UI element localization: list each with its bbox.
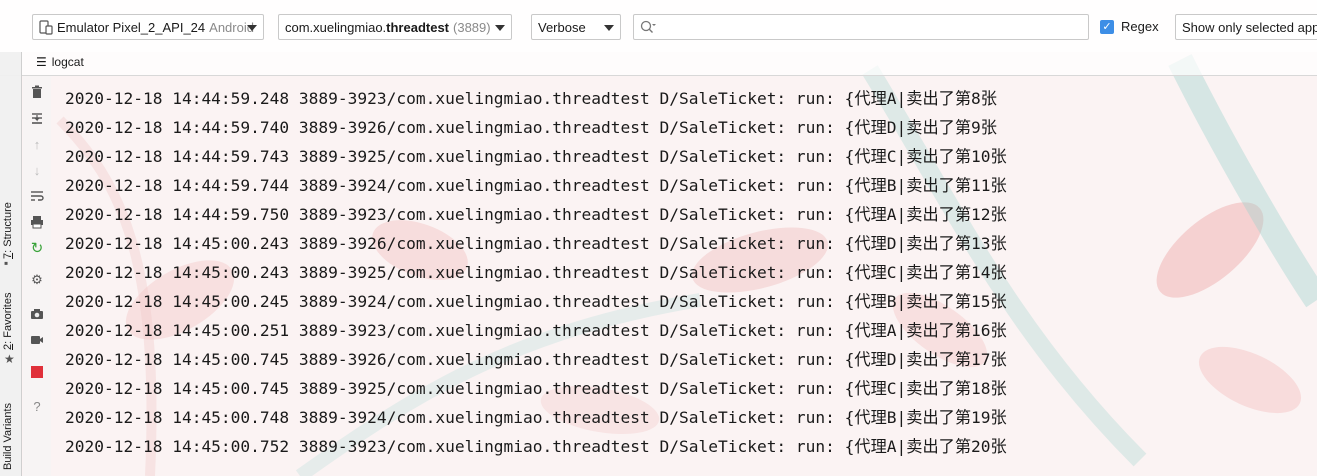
device-name: Emulator Pixel_2_API_24 xyxy=(57,19,206,35)
video-icon[interactable] xyxy=(27,330,47,350)
log-line: 2020-12-18 14:45:00.745 3889-3926/com.xu… xyxy=(65,350,1007,369)
logcat-output: 2020-12-18 14:44:59.248 3889-3923/com.xu… xyxy=(65,84,1007,461)
up-arrow-icon[interactable]: ↑ xyxy=(27,134,47,154)
log-line: 2020-12-18 14:44:59.740 3889-3926/com.xu… xyxy=(65,118,997,137)
log-line: 2020-12-18 14:45:00.243 3889-3925/com.xu… xyxy=(65,263,1007,282)
device-dropdown[interactable]: Emulator Pixel_2_API_24 Android xyxy=(32,14,264,40)
trash-icon[interactable] xyxy=(27,82,47,102)
log-line: 2020-12-18 14:44:59.750 3889-3923/com.xu… xyxy=(65,205,1007,224)
tab-logcat-label: logcat xyxy=(51,55,84,69)
logcat-toolbar: Emulator Pixel_2_API_24 Android com.xuel… xyxy=(0,0,1317,52)
log-line: 2020-12-18 14:45:00.245 3889-3924/com.xu… xyxy=(65,292,1007,311)
print-icon[interactable] xyxy=(27,212,47,232)
restart-icon[interactable]: ↻ xyxy=(27,238,47,258)
regex-toggle[interactable]: ✓ Regex xyxy=(1100,19,1159,34)
left-tool-strip: 7: Structure ▪ 2: Favorites ★ Build Vari… xyxy=(0,52,22,476)
favorites-tool-button[interactable]: 2: Favorites xyxy=(2,293,14,350)
search-input[interactable] xyxy=(660,16,1088,38)
search-field[interactable] xyxy=(633,14,1089,40)
scroll-to-end-icon[interactable] xyxy=(27,108,47,128)
log-line: 2020-12-18 14:45:00.251 3889-3923/com.xu… xyxy=(65,321,1007,340)
device-icon xyxy=(39,19,53,35)
log-line: 2020-12-18 14:44:59.743 3889-3925/com.xu… xyxy=(65,147,1007,166)
log-line: 2020-12-18 14:45:00.748 3889-3924/com.xu… xyxy=(65,408,1007,427)
down-arrow-icon[interactable]: ↓ xyxy=(27,160,47,180)
logcat-icon: ☰ xyxy=(36,55,47,69)
log-line: 2020-12-18 14:45:00.745 3889-3925/com.xu… xyxy=(65,379,1007,398)
build-variants-tool-button[interactable]: Build Variants xyxy=(2,403,14,470)
structure-tool-button[interactable]: 7: Structure xyxy=(2,202,14,259)
stop-icon[interactable] xyxy=(27,362,47,382)
log-level-value: Verbose xyxy=(538,19,586,35)
chevron-down-icon xyxy=(495,25,505,31)
help-icon[interactable]: ? xyxy=(27,396,47,416)
regex-checkbox[interactable]: ✓ xyxy=(1100,19,1114,34)
chevron-down-icon xyxy=(247,25,257,31)
logcat-actions: ↑ ↓ ↻ ⚙ ? xyxy=(23,76,51,476)
tab-logcat[interactable]: ☰ logcat xyxy=(36,55,84,69)
process-pid: (3889) xyxy=(453,19,491,35)
process-package-name: threadtest xyxy=(386,19,450,35)
search-icon xyxy=(640,20,656,33)
gear-icon[interactable]: ⚙ xyxy=(27,270,47,290)
log-line: 2020-12-18 14:44:59.248 3889-3923/com.xu… xyxy=(65,89,997,108)
log-line: 2020-12-18 14:45:00.243 3889-3926/com.xu… xyxy=(65,234,1007,253)
tool-window-header: ☰ logcat xyxy=(0,52,1317,76)
process-package-prefix: com.xuelingmiao. xyxy=(285,19,387,35)
log-level-dropdown[interactable]: Verbose xyxy=(531,14,621,40)
process-dropdown[interactable]: com.xuelingmiao. threadtest (3889) xyxy=(278,14,512,40)
camera-icon[interactable] xyxy=(27,304,47,324)
star-icon: ★ xyxy=(4,352,15,366)
soft-wrap-icon[interactable] xyxy=(27,186,47,206)
regex-label: Regex xyxy=(1121,19,1159,34)
chevron-down-icon xyxy=(604,25,614,31)
filter-dropdown[interactable]: Show only selected app xyxy=(1175,14,1317,40)
log-line: 2020-12-18 14:44:59.744 3889-3924/com.xu… xyxy=(65,176,1007,195)
log-line: 2020-12-18 14:45:00.752 3889-3923/com.xu… xyxy=(65,437,1007,456)
filter-value: Show only selected app xyxy=(1182,19,1317,35)
structure-icon: ▪ xyxy=(4,256,9,270)
